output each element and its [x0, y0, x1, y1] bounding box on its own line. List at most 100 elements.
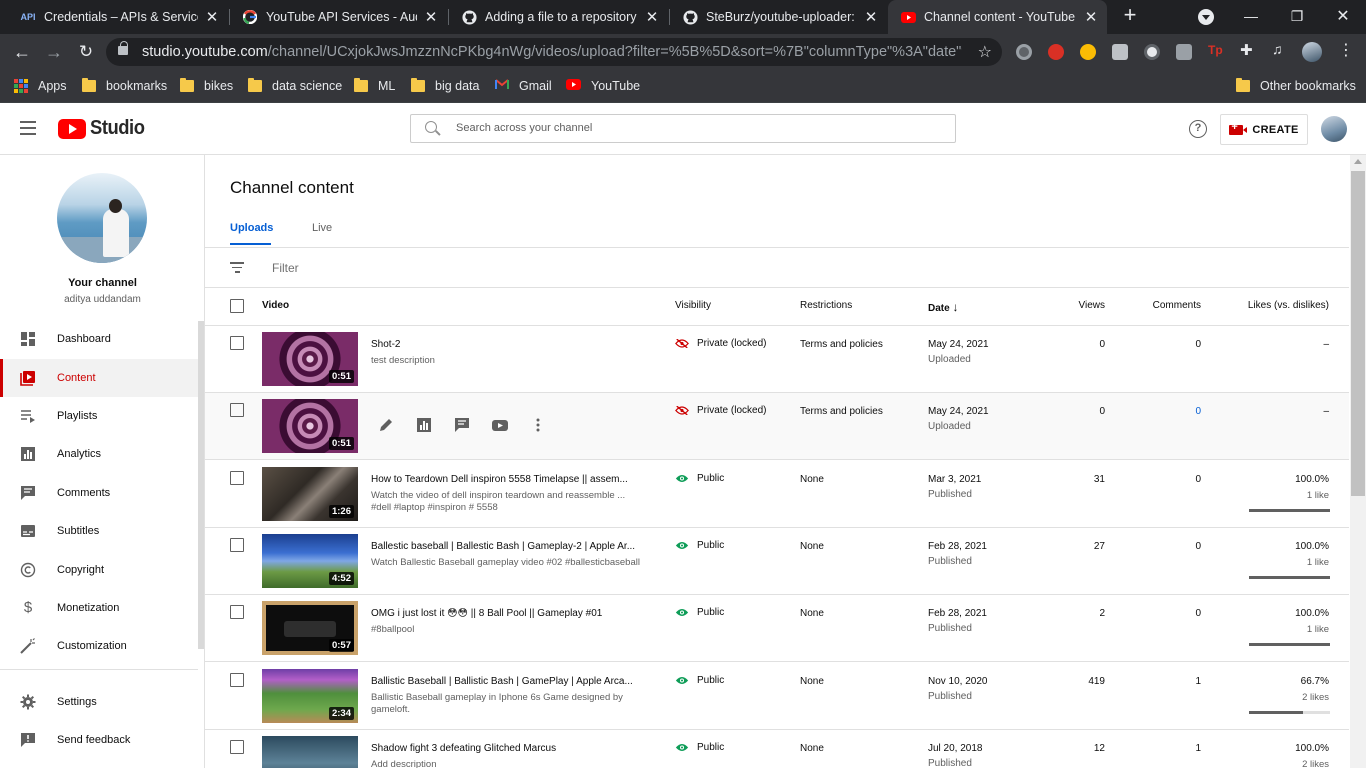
row-checkbox[interactable]: [230, 403, 244, 418]
tab-search-icon[interactable]: [1198, 9, 1214, 25]
bookmark-apps[interactable]: Apps: [14, 76, 67, 96]
tab-uploads[interactable]: Uploads: [230, 222, 273, 234]
bookmark-star-icon[interactable]: ☆: [978, 42, 992, 62]
close-tab-icon[interactable]: ✕: [423, 8, 439, 26]
close-tab-icon[interactable]: ✕: [1083, 8, 1099, 26]
sidebar-scrollbar[interactable]: [198, 321, 204, 649]
visibility-cell[interactable]: Public: [675, 607, 724, 618]
channel-avatar[interactable]: [57, 173, 147, 263]
video-thumbnail[interactable]: 0:51: [262, 332, 358, 386]
video-title[interactable]: How to Teardown Dell inspiron 5558 Timel…: [371, 474, 646, 485]
close-window-icon[interactable]: ✕: [1320, 0, 1366, 32]
more-options-icon[interactable]: [530, 417, 546, 433]
channel-search-input[interactable]: Search across your channel: [410, 114, 956, 143]
reload-icon[interactable]: ↻: [74, 40, 98, 64]
studio-logo[interactable]: Studio: [58, 117, 149, 140]
video-thumbnail[interactable]: 0:57: [262, 601, 358, 656]
video-title[interactable]: Ballestic baseball | Ballestic Bash | Ga…: [371, 541, 646, 552]
sidebar-item-comments[interactable]: Comments: [0, 474, 198, 512]
scrollbar-thumb[interactable]: [1351, 171, 1365, 496]
table-row[interactable]: 1:26 How to Teardown Dell inspiron 5558 T…: [205, 461, 1349, 528]
sidebar-item-customization[interactable]: Customization: [0, 627, 198, 665]
visibility-cell[interactable]: Public: [675, 473, 724, 484]
filter-input[interactable]: Filter: [272, 261, 299, 275]
bookmark-folder-bookmarks[interactable]: bookmarks: [82, 76, 167, 96]
page-scrollbar[interactable]: [1350, 155, 1366, 768]
bookmark-youtube[interactable]: YouTube: [566, 76, 640, 96]
media-control-icon[interactable]: ♫: [1272, 41, 1288, 57]
table-row[interactable]: 0:57 OMG i just lost it 😳😳 || 8 Ball Pool…: [205, 595, 1349, 663]
address-bar[interactable]: studio.youtube.com/channel/UCxjokJwsJmzz…: [106, 38, 1002, 66]
bookmark-other[interactable]: Other bookmarks: [1236, 76, 1356, 96]
close-tab-icon[interactable]: ✕: [644, 8, 660, 26]
extension-icon[interactable]: [1112, 44, 1128, 60]
video-thumbnail[interactable]: 0:51: [262, 399, 358, 454]
back-icon[interactable]: ←: [10, 40, 34, 64]
scroll-up-icon[interactable]: [1354, 159, 1362, 164]
edit-pencil-icon[interactable]: [378, 417, 394, 433]
minimize-icon[interactable]: —: [1228, 0, 1274, 32]
help-icon[interactable]: ?: [1189, 120, 1207, 138]
visibility-cell[interactable]: Private (locked): [675, 338, 766, 349]
restrictions-cell[interactable]: Terms and policies: [800, 406, 883, 417]
visibility-cell[interactable]: Public: [675, 540, 724, 551]
bookmark-folder-big-data[interactable]: big data: [411, 76, 479, 96]
visibility-cell[interactable]: Private (locked): [675, 405, 766, 416]
table-row[interactable]: 0:51 Private (locked) Terms and policies Ma…: [205, 393, 1349, 461]
create-button[interactable]: CREATE: [1220, 114, 1308, 145]
row-checkbox[interactable]: [230, 537, 244, 552]
account-avatar[interactable]: [1321, 116, 1347, 142]
column-header-date[interactable]: Date ↓: [928, 300, 958, 314]
bookmark-folder-data-science[interactable]: data science: [248, 76, 342, 96]
restrictions-cell[interactable]: Terms and policies: [800, 339, 883, 350]
row-checkbox[interactable]: [230, 336, 244, 350]
select-all-checkbox[interactable]: [230, 299, 244, 313]
profile-avatar[interactable]: [1302, 42, 1322, 62]
bookmark-folder-bikes[interactable]: bikes: [180, 76, 233, 96]
extension-icon[interactable]: [1144, 44, 1160, 60]
video-title[interactable]: OMG i just lost it 😳😳 || 8 Ball Pool || …: [371, 608, 646, 619]
video-thumbnail[interactable]: 1:26: [262, 466, 358, 521]
browser-tab-credentials[interactable]: API Credentials – APIs & Services ✕: [8, 0, 228, 34]
extension-tp-icon[interactable]: Tp: [1208, 43, 1224, 59]
forward-icon[interactable]: →: [42, 40, 66, 64]
visibility-cell[interactable]: Public: [675, 742, 724, 753]
sidebar-item-analytics[interactable]: Analytics: [0, 435, 198, 473]
analytics-icon[interactable]: [416, 417, 432, 433]
extension-key-icon[interactable]: [1080, 44, 1096, 60]
tab-live[interactable]: Live: [312, 222, 332, 234]
video-thumbnail[interactable]: [262, 735, 358, 768]
bookmark-folder-ml[interactable]: ML: [354, 76, 395, 96]
video-title[interactable]: Shadow fight 3 defeating Glitched Marcus: [371, 743, 646, 754]
browser-menu-icon[interactable]: ⋮: [1338, 40, 1354, 59]
hamburger-menu-icon[interactable]: [20, 121, 36, 135]
table-row[interactable]: 2:34 Ballistic Baseball | Ballistic Bash …: [205, 663, 1349, 730]
sidebar-item-dashboard[interactable]: Dashboard: [0, 320, 198, 358]
lock-icon[interactable]: [118, 41, 128, 55]
row-checkbox[interactable]: [230, 672, 244, 687]
extensions-puzzle-icon[interactable]: ✚: [1240, 41, 1256, 59]
browser-tab-github-adding[interactable]: Adding a file to a repository - ✕: [449, 0, 668, 34]
row-checkbox[interactable]: [230, 739, 244, 754]
close-tab-icon[interactable]: ✕: [863, 8, 879, 26]
extension-icon[interactable]: [1016, 44, 1032, 60]
sidebar-item-subtitles[interactable]: Subtitles: [0, 512, 198, 550]
filter-icon[interactable]: [230, 262, 244, 274]
table-row[interactable]: 0:51 Shot-2 test description Private (locke…: [205, 326, 1349, 393]
bookmark-gmail[interactable]: Gmail: [495, 76, 552, 96]
video-thumbnail[interactable]: 4:52: [262, 533, 358, 588]
comments-cell[interactable]: 0: [1195, 406, 1201, 417]
visibility-cell[interactable]: Public: [675, 675, 724, 686]
sidebar-item-monetization[interactable]: $ Monetization: [0, 589, 198, 627]
browser-tab-github-uploader[interactable]: SteBurz/youtube-uploader: U ✕: [670, 0, 887, 34]
new-tab-button[interactable]: +: [1118, 4, 1142, 28]
youtube-play-icon[interactable]: [492, 417, 508, 433]
adblock-icon[interactable]: [1048, 44, 1064, 60]
table-row[interactable]: 4:52 Ballestic baseball | Ballestic Bash …: [205, 528, 1349, 595]
extension-icon[interactable]: [1176, 44, 1192, 60]
restore-icon[interactable]: ❐: [1274, 0, 1320, 32]
table-row[interactable]: Shadow fight 3 defeating Glitched Marcus…: [205, 730, 1349, 768]
sidebar-item-content[interactable]: Content: [0, 359, 198, 397]
browser-tab-channel-content[interactable]: Channel content - YouTube S ✕: [888, 0, 1107, 34]
browser-tab-youtube-api[interactable]: YouTube API Services - Audit ✕: [230, 0, 447, 34]
